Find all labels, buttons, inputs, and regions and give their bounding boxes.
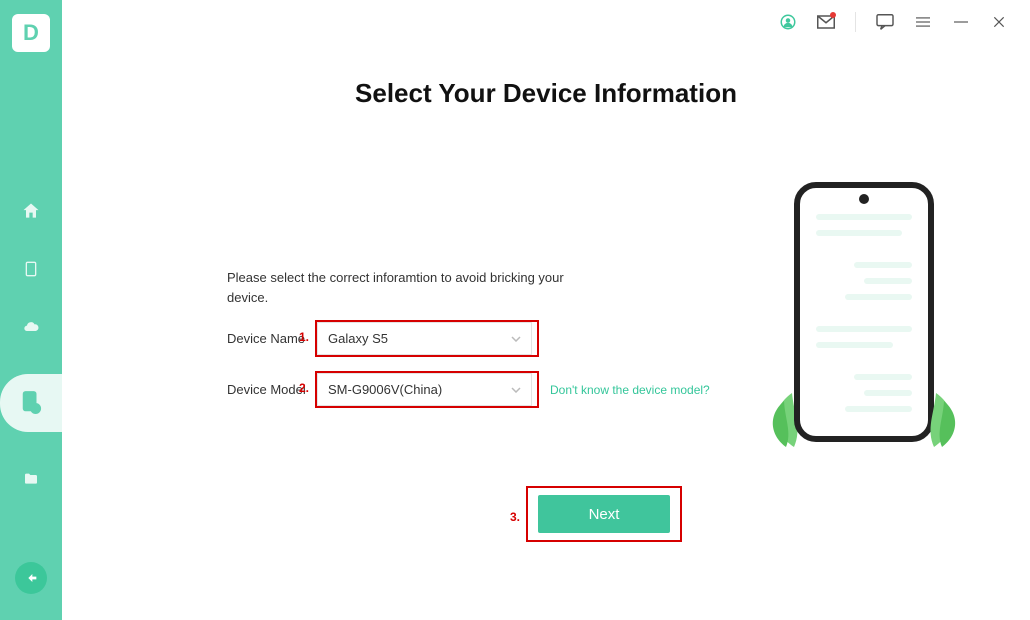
- leaf-icon: [918, 389, 964, 449]
- device-name-select[interactable]: Galaxy S5: [317, 322, 532, 355]
- app-logo: D: [12, 14, 50, 52]
- annotation-marker-2: 2.: [299, 381, 309, 395]
- device-model-value: SM-G9006V(China): [328, 382, 442, 397]
- phone-illustration: [784, 182, 944, 457]
- next-button[interactable]: Next: [538, 495, 670, 533]
- feedback-icon[interactable]: [876, 13, 894, 31]
- separator: [855, 12, 856, 32]
- close-button[interactable]: [990, 13, 1008, 31]
- phone-frame: [794, 182, 934, 442]
- account-icon[interactable]: [779, 13, 797, 31]
- app-logo-letter: D: [23, 20, 39, 46]
- titlebar: [757, 0, 1030, 44]
- device-name-value: Galaxy S5: [328, 331, 388, 346]
- phone-camera-icon: [859, 194, 869, 204]
- minimize-button[interactable]: [952, 13, 970, 31]
- device-form: Device Name Galaxy S5 Device Model SM-G9…: [227, 322, 787, 424]
- sidebar-item-folder[interactable]: [20, 468, 42, 490]
- mail-icon[interactable]: [817, 13, 835, 31]
- back-button[interactable]: [15, 562, 47, 594]
- chevron-down-icon: [511, 334, 521, 344]
- annotation-marker-3: 3.: [510, 510, 520, 524]
- chevron-down-icon: [511, 385, 521, 395]
- phone-content-placeholder: [800, 188, 928, 442]
- menu-icon[interactable]: [914, 13, 932, 31]
- notification-dot-icon: [830, 12, 836, 18]
- device-model-help-link[interactable]: Don't know the device model?: [550, 383, 710, 397]
- instruction-text: Please select the correct inforamtion to…: [227, 268, 597, 308]
- sidebar-item-repair[interactable]: [0, 374, 62, 432]
- sidebar: D: [0, 0, 62, 620]
- annotation-marker-1: 1.: [299, 330, 309, 344]
- sidebar-item-device[interactable]: [20, 258, 42, 280]
- sidebar-item-home[interactable]: [20, 200, 42, 222]
- main-pane: Select Your Device Information Please se…: [62, 0, 1030, 620]
- device-model-select[interactable]: SM-G9006V(China): [317, 373, 532, 406]
- sidebar-item-cloud[interactable]: [20, 316, 42, 338]
- arrow-left-icon: [23, 570, 39, 586]
